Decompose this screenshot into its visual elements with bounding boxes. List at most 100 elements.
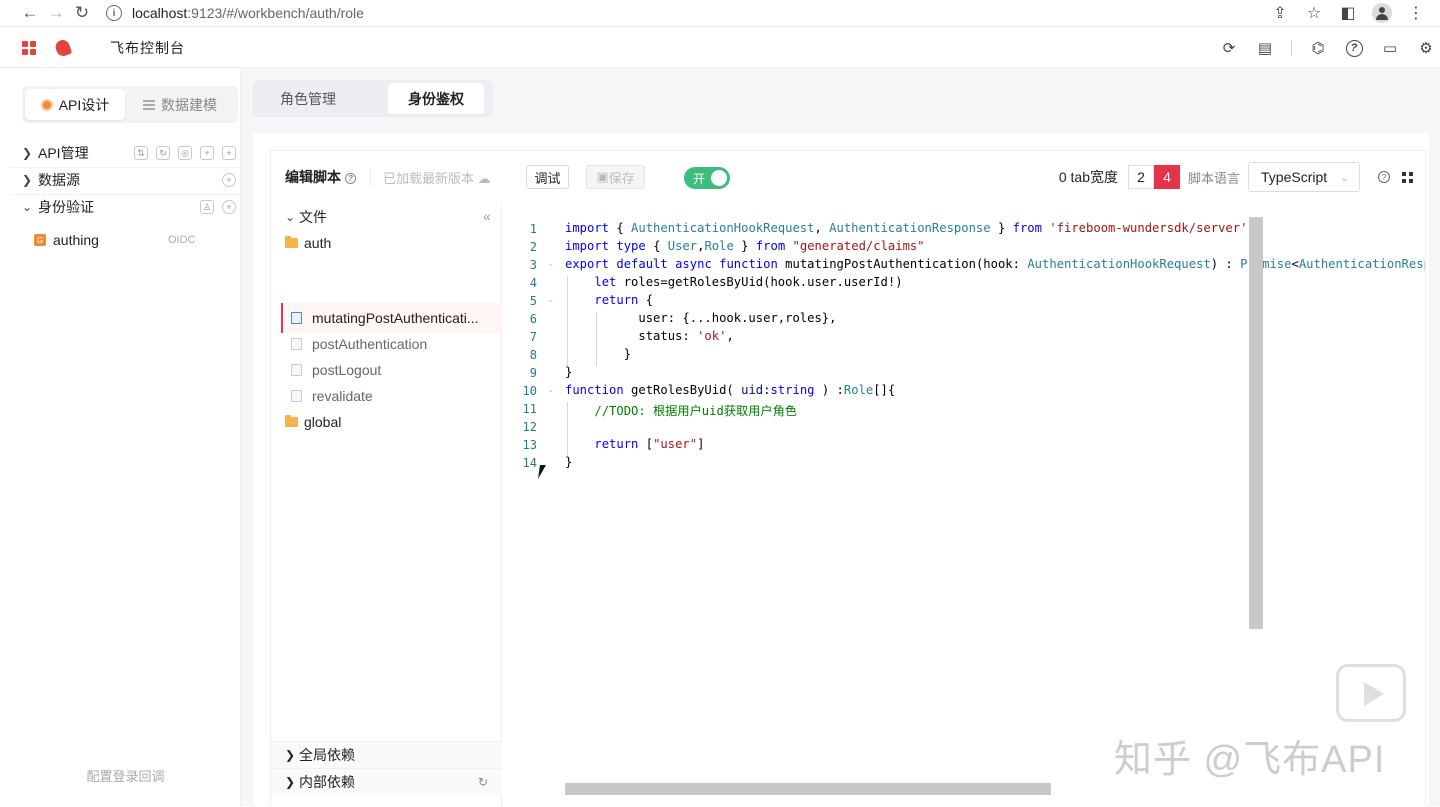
profile-avatar[interactable] — [1372, 3, 1392, 23]
main-area: 角色管理 身份鉴权 编辑脚本? 已加载最新版本 ☁ 调试 ▣ 保存 开 0 tab… — [241, 68, 1440, 807]
side-panel-icon[interactable]: ◧ — [1338, 3, 1358, 23]
line-number: 12 — [522, 420, 537, 434]
forward-arrow-icon[interactable]: → — [46, 3, 66, 23]
file-icon — [291, 390, 302, 402]
chevron-down-icon: ⌄ — [285, 210, 296, 224]
folder-global[interactable]: global — [285, 410, 341, 434]
section-datasource[interactable]: ❯ 数据源 + — [22, 167, 240, 193]
refresh-icon[interactable]: ↻ — [478, 775, 488, 789]
internal-dependencies[interactable]: ❯ 内部依赖 ↻ — [271, 768, 502, 795]
chevron-down-icon: ⌄ — [22, 200, 33, 214]
fold-chevron-icon[interactable]: ⌄ — [547, 384, 555, 395]
settings-icon[interactable]: ⚙ — [1416, 38, 1436, 58]
horizontal-scrollbar[interactable] — [565, 783, 1051, 795]
collapse-panel-icon[interactable]: « — [483, 208, 491, 224]
help-icon[interactable]: ? — [1344, 38, 1364, 58]
segment-api-design[interactable]: API设计 — [25, 89, 125, 120]
app-grid-icon[interactable] — [22, 40, 36, 55]
tab-width-4[interactable]: 4 — [1153, 165, 1180, 189]
site-info-icon[interactable]: i — [106, 5, 122, 21]
fold-chevron-icon[interactable]: ⌄ — [547, 258, 555, 269]
message-icon[interactable]: ▭ — [1380, 38, 1400, 58]
line-number: 2 — [529, 240, 537, 254]
fold-chevron-icon[interactable]: ⌄ — [547, 294, 555, 305]
tab-role-management[interactable]: 角色管理 — [256, 83, 360, 114]
global-dependencies[interactable]: ❯ 全局依赖 — [271, 741, 502, 768]
file-icon — [291, 338, 302, 350]
line-number: 9 — [529, 366, 537, 380]
editor-settings: 0 tab宽度 2 4 脚本语言 TypeScript ⌄ ? — [1059, 162, 1413, 192]
folder-auth[interactable]: auth — [285, 231, 331, 255]
tab-width-2[interactable]: 2 — [1127, 165, 1154, 189]
language-select[interactable]: TypeScript ⌄ — [1248, 162, 1360, 192]
line-number: 7 — [529, 330, 537, 344]
files-root[interactable]: ⌄ 文件 — [285, 205, 327, 229]
code-line: status: 'ok', — [565, 329, 734, 343]
auth-type-label: OIDC — [168, 234, 196, 246]
code-editor[interactable]: 1 2 3 4 5 6 7 8 9 10 11 12 13 14 ⌄ ⌄ ⌄ i… — [503, 203, 1425, 807]
segment-data-modeling[interactable]: 数据建模 — [125, 89, 235, 120]
code-line: return ["user"] — [594, 437, 705, 451]
file-post-authentication[interactable]: postAuthentication — [291, 332, 427, 356]
line-number: 1 — [529, 222, 537, 236]
line-number: 10 — [522, 384, 537, 398]
fullscreen-icon[interactable] — [1402, 171, 1413, 183]
code-line: } — [565, 455, 573, 469]
add-auth-icon[interactable]: + — [222, 200, 236, 214]
file-mutating-post-authentication[interactable]: mutatingPostAuthenticati... — [291, 306, 479, 330]
mouse-cursor-icon — [538, 465, 546, 479]
video-play-icon — [1336, 664, 1406, 722]
filter-icon[interactable]: ⇅ — [134, 146, 148, 160]
docs-check-icon[interactable]: ▤ — [1255, 38, 1275, 58]
oidc-provider-icon: G — [34, 234, 46, 246]
debug-button[interactable]: 调试 — [526, 165, 569, 189]
tab-width-label: 0 tab宽度 — [1058, 169, 1118, 185]
enable-toggle[interactable]: 开 — [684, 167, 730, 189]
left-sidebar: API设计 数据建模 ❯ API管理 ⇅ ↻ ◎ + + ❯ 数据源 + ⌄ 身… — [10, 68, 241, 806]
auth-item-authing[interactable]: G authing OIDC — [34, 230, 234, 250]
add-api-icon[interactable]: + — [222, 146, 236, 160]
vertical-scrollbar[interactable] — [1249, 217, 1263, 629]
share-icon[interactable]: ⇪ — [1270, 3, 1290, 23]
content-card: 编辑脚本? 已加载最新版本 ☁ 调试 ▣ 保存 开 0 tab宽度 2 4 脚本语… — [253, 133, 1429, 807]
sync-icon[interactable]: ⟳ — [1219, 38, 1239, 58]
help-icon[interactable]: ? — [345, 172, 356, 184]
save-button[interactable]: ▣ 保存 — [586, 165, 645, 189]
script-language-label: 脚本语言 — [1187, 170, 1240, 186]
watermark: 知乎 @飞布API — [1114, 739, 1386, 781]
url-text[interactable]: localhost:9123/#/workbench/auth/role — [132, 5, 364, 21]
tab-auth-hooks[interactable]: 身份鉴权 — [388, 83, 484, 114]
back-arrow-icon[interactable]: ← — [20, 3, 40, 23]
file-post-logout[interactable]: postLogout — [291, 358, 381, 382]
line-number: 8 — [529, 348, 537, 362]
add-folder-icon[interactable]: + — [200, 146, 214, 160]
user-role-icon[interactable]: ♙ — [200, 200, 214, 214]
browser-toolbar: ← → ↻ i localhost:9123/#/workbench/auth/… — [0, 0, 1440, 27]
add-datasource-icon[interactable]: + — [222, 173, 236, 187]
code-line: import { AuthenticationHookRequest, Auth… — [565, 221, 1248, 235]
line-number: 6 — [529, 312, 537, 326]
edit-script-title: 编辑脚本? — [285, 167, 356, 187]
line-number: 3 — [529, 258, 537, 272]
header-divider — [1291, 40, 1292, 56]
chevron-right-icon: ❯ — [285, 775, 296, 789]
config-login-callback-link[interactable]: 配置登录回调 — [10, 766, 241, 785]
reload-icon[interactable]: ↻ — [72, 3, 92, 23]
script-editor-panel: 编辑脚本? 已加载最新版本 ☁ 调试 ▣ 保存 开 0 tab宽度 2 4 脚本语… — [270, 150, 1426, 807]
section-auth[interactable]: ⌄ 身份验证 ♙ + — [22, 194, 240, 220]
section-api-management[interactable]: ❯ API管理 ⇅ ↻ ◎ + + — [22, 140, 240, 166]
bookmark-star-icon[interactable]: ☆ — [1304, 3, 1324, 23]
help-icon[interactable]: ? — [1378, 171, 1390, 183]
file-revalidate[interactable]: revalidate — [291, 384, 373, 408]
refresh-icon[interactable]: ↻ — [156, 146, 170, 160]
chevron-right-icon: ❯ — [285, 748, 296, 762]
folder-icon — [285, 415, 298, 427]
target-icon[interactable]: ◎ — [178, 146, 192, 160]
browser-menu-icon[interactable]: ⋮ — [1406, 3, 1426, 23]
list-icon — [143, 99, 155, 110]
code-line: } — [565, 347, 632, 361]
address-bar[interactable]: i localhost:9123/#/workbench/auth/role — [106, 1, 1266, 25]
github-icon[interactable]: ⌬ — [1308, 38, 1328, 58]
file-icon — [291, 364, 302, 376]
